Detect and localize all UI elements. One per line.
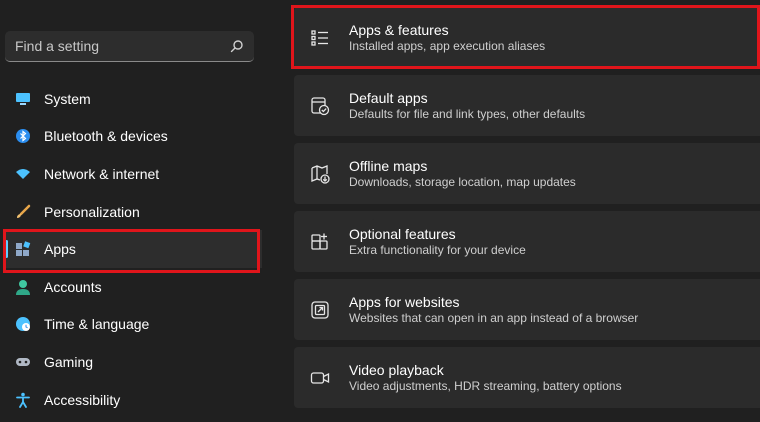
card-title: Default apps <box>349 90 428 106</box>
optional-features-icon <box>309 231 331 253</box>
sidebar-item-label: Network & internet <box>44 165 160 182</box>
globe-clock-icon <box>15 316 31 332</box>
card-title: Video playback <box>349 362 444 378</box>
sidebar-item-label: Apps <box>44 241 76 258</box>
card-title: Optional features <box>349 226 456 242</box>
map-download-icon <box>309 163 331 185</box>
wifi-icon <box>15 166 31 182</box>
card-title: Offline maps <box>349 158 428 174</box>
paintbrush-icon <box>15 204 31 220</box>
sidebar-item-gaming[interactable]: Gaming <box>0 343 262 381</box>
card-video-playback[interactable]: Video playback Video adjustments, HDR st… <box>294 347 760 408</box>
list-icon <box>309 27 331 49</box>
gamepad-icon <box>15 354 31 370</box>
search-box[interactable]: Find a setting <box>5 31 254 62</box>
sidebar-item-label: Bluetooth & devices <box>44 128 168 145</box>
default-apps-icon <box>309 95 331 117</box>
card-offline-maps[interactable]: Offline maps Downloads, storage location… <box>294 143 760 204</box>
card-description: Downloads, storage location, map updates <box>349 175 576 189</box>
search-icon[interactable] <box>230 39 244 53</box>
card-title: Apps & features <box>349 22 449 38</box>
sidebar-item-bluetooth-devices[interactable]: Bluetooth & devices <box>0 118 262 156</box>
sidebar-item-label: Accounts <box>44 278 102 295</box>
card-apps-for-websites[interactable]: Apps for websites Websites that can open… <box>294 279 760 340</box>
card-apps-features[interactable]: Apps & features Installed apps, app exec… <box>294 7 760 68</box>
settings-cards: Apps & features Installed apps, app exec… <box>294 7 760 415</box>
sidebar-item-label: Personalization <box>44 203 140 220</box>
sidebar-nav: System Bluetooth & devices Network & int… <box>0 80 262 418</box>
sidebar-item-accessibility[interactable]: Accessibility <box>0 381 262 419</box>
sidebar-item-apps[interactable]: Apps <box>3 230 262 268</box>
system-display-icon <box>15 91 31 107</box>
open-link-icon <box>309 299 331 321</box>
card-description: Video adjustments, HDR streaming, batter… <box>349 379 622 393</box>
accessibility-icon <box>15 392 31 408</box>
card-title: Apps for websites <box>349 294 460 310</box>
sidebar-item-label: Time & language <box>44 316 150 333</box>
apps-icon <box>15 241 31 257</box>
search-input[interactable]: Find a setting <box>15 38 230 54</box>
card-description: Defaults for file and link types, other … <box>349 107 586 121</box>
sidebar-item-accounts[interactable]: Accounts <box>0 268 262 306</box>
card-description: Websites that can open in an app instead… <box>349 311 639 325</box>
active-indicator <box>5 240 8 259</box>
sidebar-item-personalization[interactable]: Personalization <box>0 193 262 231</box>
sidebar-item-label: Gaming <box>44 353 94 370</box>
sidebar-item-time-language[interactable]: Time & language <box>0 306 262 344</box>
card-optional-features[interactable]: Optional features Extra functionality fo… <box>294 211 760 272</box>
sidebar-item-label: System <box>44 90 91 107</box>
video-icon <box>309 367 331 389</box>
account-icon <box>15 279 31 295</box>
card-description: Extra functionality for your device <box>349 243 526 257</box>
sidebar-item-network-internet[interactable]: Network & internet <box>0 155 262 193</box>
sidebar-item-system[interactable]: System <box>0 80 262 118</box>
bluetooth-icon <box>15 128 31 144</box>
card-default-apps[interactable]: Default apps Defaults for file and link … <box>294 75 760 136</box>
card-description: Installed apps, app execution aliases <box>349 39 546 53</box>
sidebar-item-label: Accessibility <box>44 391 121 408</box>
